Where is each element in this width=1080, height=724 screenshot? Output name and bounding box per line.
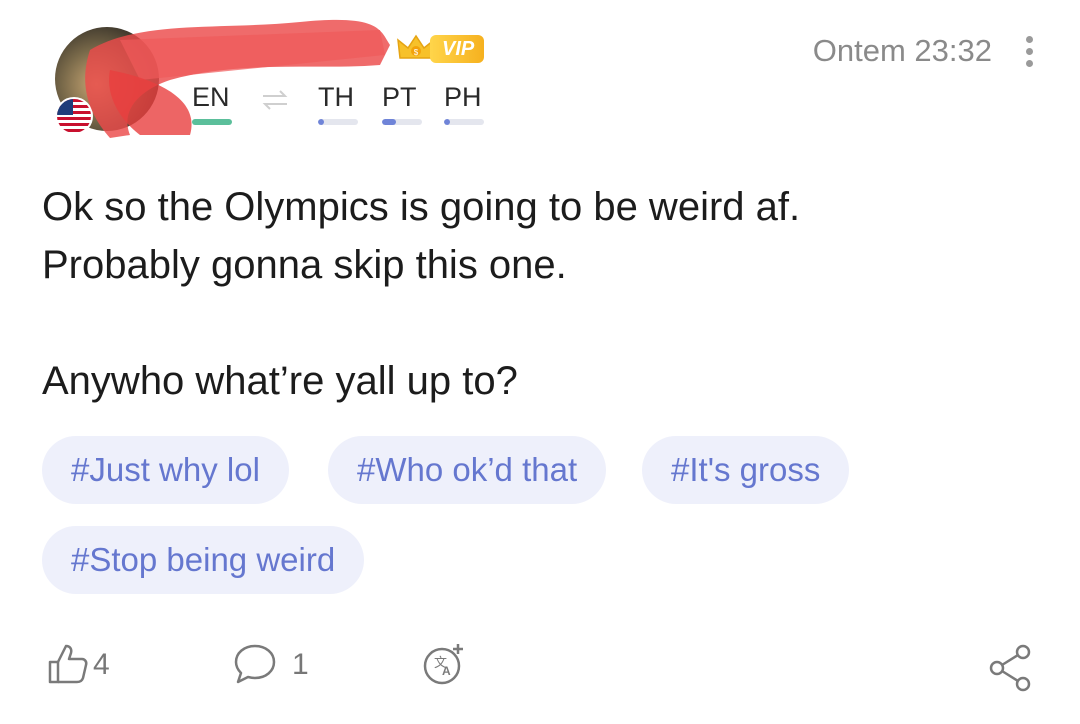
translate-icon[interactable]: 文 A (420, 640, 468, 688)
share-icon[interactable] (985, 642, 1035, 692)
more-options-icon[interactable] (1026, 36, 1034, 72)
post-body: Ok so the Olympics is going to be weird … (42, 178, 1032, 410)
action-bar: 4 1 文 A (0, 630, 1080, 700)
native-language-bar (192, 119, 232, 125)
vip-label: VIP (430, 35, 485, 63)
learning-language-ph: PH (444, 82, 482, 112)
svg-text:A: A (442, 664, 451, 678)
svg-text:$: $ (414, 48, 419, 57)
hashtag-pill[interactable]: #It's gross (642, 436, 850, 504)
like-icon[interactable] (46, 642, 90, 686)
native-language: EN (192, 82, 230, 112)
hashtag-pill[interactable]: #Stop being weird (42, 526, 365, 594)
hashtag-pill[interactable]: #Just why lol (42, 436, 289, 504)
level-bar-th (318, 119, 358, 125)
level-bar-ph (444, 119, 484, 125)
like-count: 4 (93, 648, 110, 681)
level-bar-pt (382, 119, 422, 125)
learning-language-th: TH (318, 82, 354, 112)
comment-icon[interactable] (232, 642, 278, 686)
vip-badge: $ VIP (396, 32, 485, 66)
post-line: Anywho what’re yall up to? (42, 359, 518, 403)
post-line: Probably gonna skip this one. (42, 243, 567, 287)
post-timestamp: Ontem 23:32 (812, 33, 992, 68)
comment-count: 1 (292, 648, 309, 681)
learning-language-pt: PT (382, 82, 417, 112)
post-line: Ok so the Olympics is going to be weird … (42, 185, 801, 229)
hashtag-pill[interactable]: #Who ok’d that (328, 436, 607, 504)
exchange-arrows-icon (262, 90, 288, 110)
